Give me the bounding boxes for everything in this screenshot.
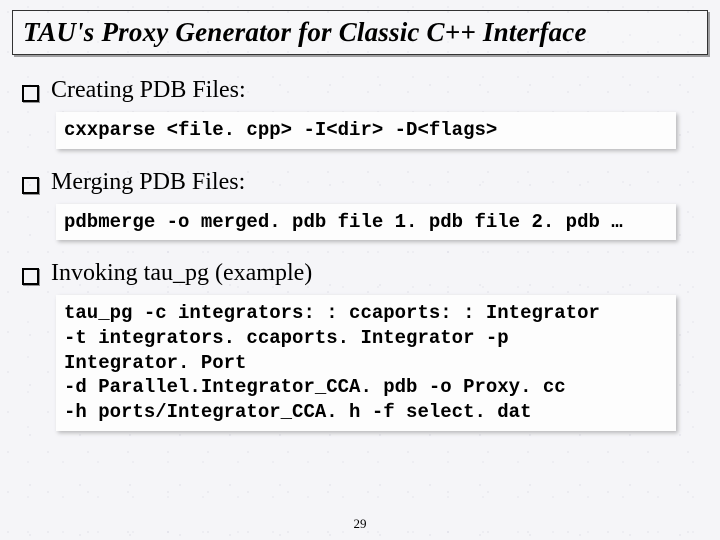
- bullet-label: Invoking tau_pg (example): [51, 260, 312, 287]
- bullet-label: Creating PDB Files:: [51, 77, 246, 104]
- square-bullet-icon: [22, 268, 39, 285]
- square-bullet-icon: [22, 85, 39, 102]
- bullet-creating: Creating PDB Files:: [22, 77, 708, 104]
- code-taupg: tau_pg -c integrators: : ccaports: : Int…: [56, 295, 676, 430]
- bullet-invoking: Invoking tau_pg (example): [22, 260, 708, 287]
- bullet-merging: Merging PDB Files:: [22, 169, 708, 196]
- code-pdbmerge: pdbmerge -o merged. pdb file 1. pdb file…: [56, 204, 676, 241]
- slide-container: TAU's Proxy Generator for Classic C++ In…: [0, 0, 720, 540]
- code-cxxparse: cxxparse <file. cpp> -I<dir> -D<flags>: [56, 112, 676, 149]
- bullet-label: Merging PDB Files:: [51, 169, 245, 196]
- title-box: TAU's Proxy Generator for Classic C++ In…: [12, 10, 708, 55]
- page-number: 29: [0, 516, 720, 532]
- square-bullet-icon: [22, 177, 39, 194]
- slide-title: TAU's Proxy Generator for Classic C++ In…: [23, 17, 697, 48]
